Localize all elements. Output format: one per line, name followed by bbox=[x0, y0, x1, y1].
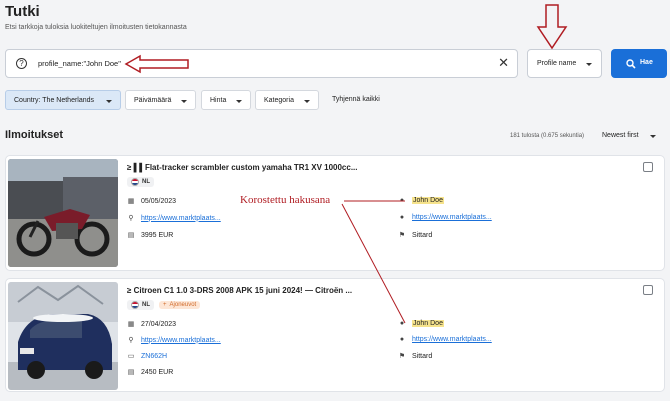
listing-checkbox[interactable] bbox=[643, 162, 653, 172]
country-badge: NL bbox=[127, 177, 154, 187]
location-pin-icon: ⚑ bbox=[398, 353, 406, 360]
page-title: Tutki bbox=[5, 3, 40, 20]
country-badge: NL bbox=[127, 300, 154, 310]
category-label: Ajoneuvot bbox=[169, 302, 197, 308]
chevron-down-icon[interactable] bbox=[650, 135, 656, 138]
listing-price: ▤ 3995 EUR bbox=[127, 231, 174, 240]
annotation-arrow-down bbox=[536, 4, 568, 50]
filter-price-label: Hinta bbox=[210, 97, 227, 104]
search-icon bbox=[626, 59, 636, 69]
filter-date-label: Päivämäärä bbox=[134, 97, 172, 104]
listing-image-motorcycle[interactable] bbox=[8, 159, 118, 267]
results-heading: Ilmoitukset bbox=[5, 129, 64, 141]
close-icon[interactable]: ✕ bbox=[498, 56, 509, 70]
profile-link[interactable]: ● https://www.marktplaats... bbox=[398, 336, 492, 343]
profile-name: ● John Doe bbox=[399, 320, 444, 327]
search-field-label: Profile name bbox=[537, 60, 577, 67]
search-button-label: Hae bbox=[640, 59, 653, 66]
chevron-down-icon bbox=[236, 99, 242, 103]
chevron-down-icon bbox=[304, 99, 310, 103]
filter-date[interactable]: Päivämäärä bbox=[125, 90, 196, 110]
listing-price: ▤ 2450 EUR bbox=[127, 368, 174, 377]
country-code: NL bbox=[142, 179, 150, 185]
listing-title[interactable]: ≥ ▌▌Flat-tracker scrambler custom yamaha… bbox=[127, 163, 358, 172]
filter-category[interactable]: Kategoria bbox=[255, 90, 319, 110]
listing-checkbox[interactable] bbox=[643, 285, 653, 295]
profile-name: ● John Doe bbox=[399, 197, 444, 204]
search-query[interactable]: profile_name:"John Doe" bbox=[38, 59, 121, 68]
link-icon: ⚲ bbox=[128, 337, 134, 344]
chevron-down-icon bbox=[586, 63, 592, 66]
netherlands-flag-icon bbox=[131, 178, 139, 186]
clear-all-button[interactable]: Tyhjennä kaikki bbox=[332, 96, 380, 103]
chevron-down-icon bbox=[181, 99, 187, 103]
listing-location: ⚑ Sittard bbox=[398, 231, 433, 240]
tag-icon: + bbox=[163, 302, 167, 308]
sort-select[interactable]: Newest first bbox=[602, 132, 639, 139]
chevron-down-icon bbox=[106, 99, 112, 103]
listing-card[interactable]: ≥ ▌▌Flat-tracker scrambler custom yamaha… bbox=[5, 155, 665, 271]
annotation-label: Korostettu hakusana bbox=[240, 194, 331, 206]
money-icon: ▤ bbox=[127, 232, 135, 239]
help-icon[interactable]: ? bbox=[16, 58, 27, 69]
country-code: NL bbox=[142, 302, 150, 308]
person-link-icon: ● bbox=[399, 336, 405, 343]
result-count: 181 tulosta (0.675 sekuntia) bbox=[510, 133, 585, 139]
filter-price[interactable]: Hinta bbox=[201, 90, 251, 110]
filter-country-label: Country: The Netherlands bbox=[14, 97, 95, 104]
person-icon: ● bbox=[399, 197, 405, 204]
listing-date: ▦ 27/04/2023 bbox=[127, 320, 177, 329]
license-plate[interactable]: ▭ ZN662H bbox=[127, 352, 167, 361]
calendar-icon: ▦ bbox=[127, 198, 135, 205]
search-button[interactable]: Hae bbox=[611, 49, 667, 78]
car-icon: ▭ bbox=[127, 353, 135, 360]
money-icon: ▤ bbox=[127, 369, 135, 376]
filter-country[interactable]: Country: The Netherlands bbox=[5, 90, 121, 110]
location-pin-icon: ⚑ bbox=[398, 232, 406, 239]
link-icon: ⚲ bbox=[128, 215, 134, 222]
filter-category-label: Kategoria bbox=[264, 97, 294, 104]
listing-link[interactable]: ⚲ https://www.marktplaats... bbox=[127, 336, 220, 345]
calendar-icon: ▦ bbox=[127, 321, 135, 328]
search-input[interactable]: ? profile_name:"John Doe" ✕ bbox=[5, 49, 518, 78]
listing-date: ▦ 05/05/2023 bbox=[127, 197, 177, 206]
person-link-icon: ● bbox=[399, 214, 405, 221]
listing-card[interactable]: ≥ Citroen C1 1.0 3-DRS 2008 APK 15 juni … bbox=[5, 278, 665, 392]
category-badge: + Ajoneuvot bbox=[159, 301, 201, 309]
page-subtitle: Etsi tarkkoja tuloksia luokiteltujen ilm… bbox=[5, 24, 187, 31]
listing-title[interactable]: ≥ Citroen C1 1.0 3-DRS 2008 APK 15 juni … bbox=[127, 286, 352, 295]
search-field-select[interactable]: Profile name bbox=[527, 49, 602, 78]
netherlands-flag-icon bbox=[131, 301, 139, 309]
listing-image-car[interactable] bbox=[8, 282, 118, 390]
listing-location: ⚑ Sittard bbox=[398, 352, 433, 361]
profile-link[interactable]: ● https://www.marktplaats... bbox=[398, 214, 492, 221]
listing-link[interactable]: ⚲ https://www.marktplaats... bbox=[127, 214, 220, 223]
person-icon: ● bbox=[399, 320, 405, 327]
